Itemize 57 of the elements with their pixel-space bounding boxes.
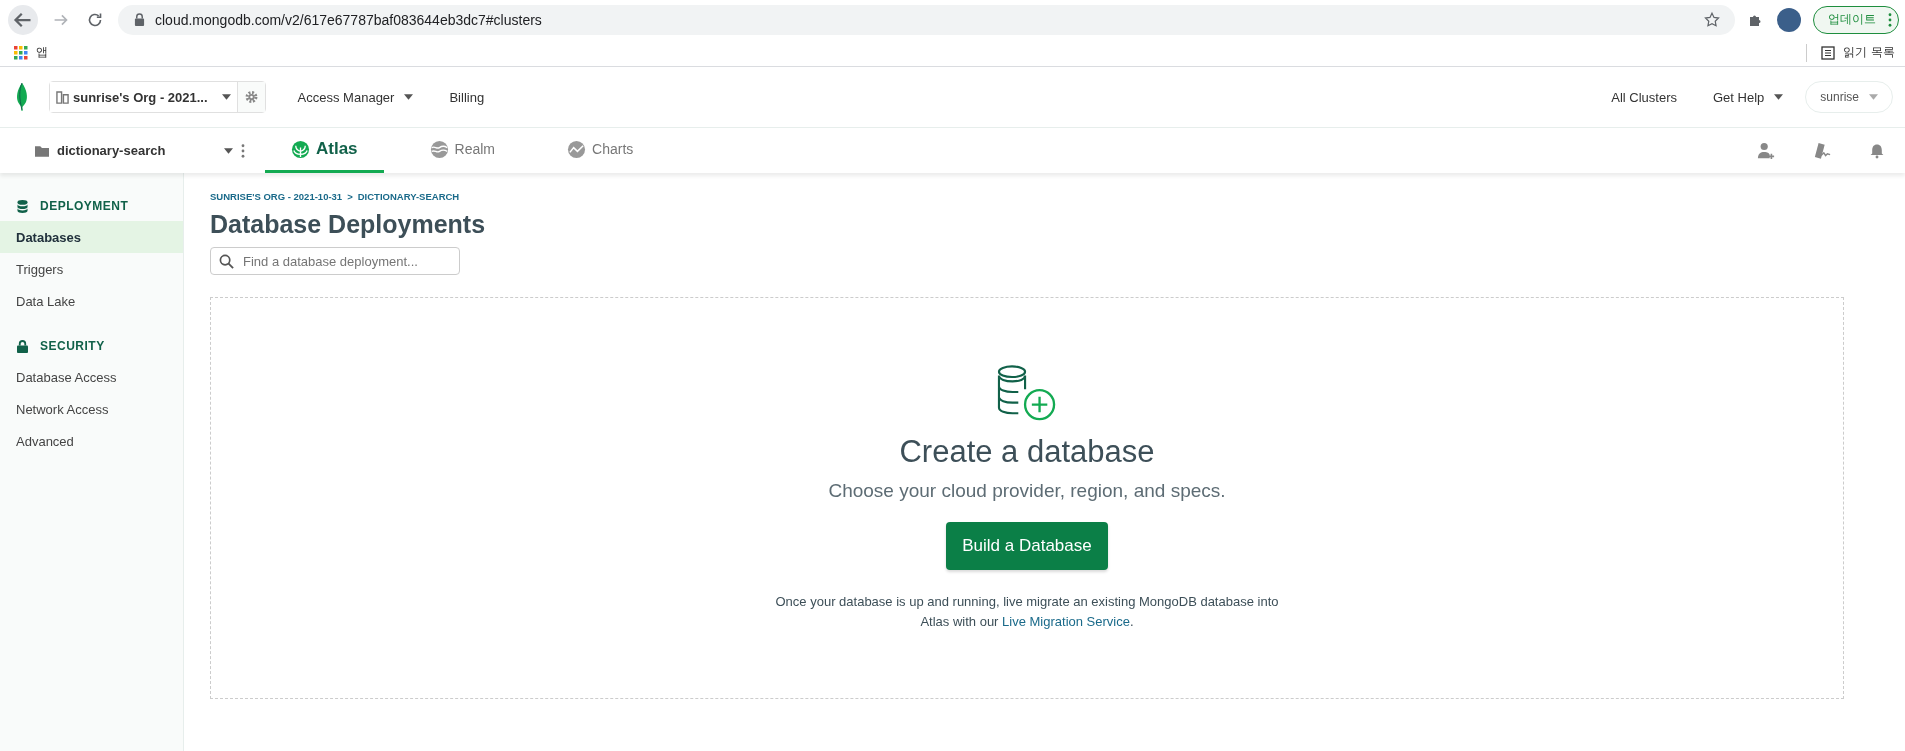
section-heading: DEPLOYMENT xyxy=(40,199,129,213)
caret-icon xyxy=(1774,94,1784,100)
lock-icon xyxy=(17,339,28,353)
nav-link[interactable]: Billing xyxy=(435,89,499,105)
avatar[interactable] xyxy=(1777,7,1801,32)
settings-button[interactable] xyxy=(236,82,265,112)
live-migration-link[interactable]: Live Migration Service xyxy=(1002,614,1130,629)
caret-icon xyxy=(404,94,414,100)
apps-grid-icon[interactable] xyxy=(14,45,28,60)
project-name: dictionary-search xyxy=(57,143,166,158)
database-icon xyxy=(17,199,28,213)
caret-icon[interactable] xyxy=(224,147,233,154)
caret-icon xyxy=(1869,94,1878,100)
update-button[interactable]: 업데이트 xyxy=(1813,5,1899,34)
building-icon xyxy=(56,90,69,104)
sidebar-item[interactable]: Network Access xyxy=(0,393,183,425)
line-chart-icon xyxy=(567,139,587,159)
empty-state-title: Create a database xyxy=(899,434,1155,470)
section-heading: SECURITY xyxy=(40,339,105,353)
caret-icon xyxy=(221,94,231,100)
empty-state-subtitle: Choose your cloud provider, region, and specs. xyxy=(828,480,1226,502)
sidebar-item[interactable]: Advanced xyxy=(0,425,183,457)
address-bar[interactable]: cloud.mongodb.com/v2/617e67787baf083644eb3dc7#clusters xyxy=(118,4,1735,35)
bookmark-link[interactable]: 앱 xyxy=(36,44,48,61)
star-icon[interactable] xyxy=(1703,10,1721,29)
waves-icon xyxy=(429,139,449,159)
user-menu-button[interactable]: sunrise xyxy=(1805,81,1893,113)
search-field[interactable]: Find a database deployment... xyxy=(210,247,460,275)
folder-icon xyxy=(35,144,49,157)
nav-link[interactable]: Access Manager xyxy=(283,89,428,105)
database-add-icon xyxy=(996,364,1058,422)
more-vertical-icon[interactable] xyxy=(241,143,245,158)
leaves-icon xyxy=(291,139,310,159)
build-database-button[interactable]: Build a Database xyxy=(946,522,1108,570)
sidebar-item[interactable]: Data Lake xyxy=(0,285,183,317)
reading-list-link[interactable]: 읽기 목록 xyxy=(1843,44,1895,61)
nav-link[interactable]: Get Help xyxy=(1699,89,1798,105)
breadcrumb-link[interactable]: DICTIONARY-SEARCH xyxy=(357,191,460,202)
sidebar-item[interactable]: Database Access xyxy=(0,361,183,393)
product-tab[interactable]: Realm xyxy=(403,128,522,173)
search-icon xyxy=(219,254,234,269)
nav-link[interactable]: All Clusters xyxy=(1597,89,1691,105)
product-tab[interactable]: Charts xyxy=(541,128,660,173)
breadcrumb-separator: > xyxy=(347,191,353,202)
sidebar-item[interactable]: Triggers xyxy=(0,253,183,285)
lock-icon xyxy=(134,13,145,26)
breadcrumb-link[interactable]: SUNRISE'S ORG - 2021-10-31 xyxy=(210,191,343,202)
product-tab[interactable]: Atlas xyxy=(265,128,384,173)
page-title: Database Deployments xyxy=(210,210,486,239)
add-user-icon[interactable] xyxy=(1757,141,1775,160)
settings-icon xyxy=(243,89,259,105)
more-icon xyxy=(1888,12,1892,27)
sidebar-item[interactable]: Databases xyxy=(0,221,183,253)
back-icon[interactable] xyxy=(8,4,38,35)
reading-list-icon[interactable] xyxy=(1821,45,1836,60)
leaf-logo-icon[interactable] xyxy=(15,82,29,112)
migration-note: Once your database is up and running, live migrate an existing MongoDB database into Atlas with our Live Migration Service. xyxy=(774,593,1280,631)
